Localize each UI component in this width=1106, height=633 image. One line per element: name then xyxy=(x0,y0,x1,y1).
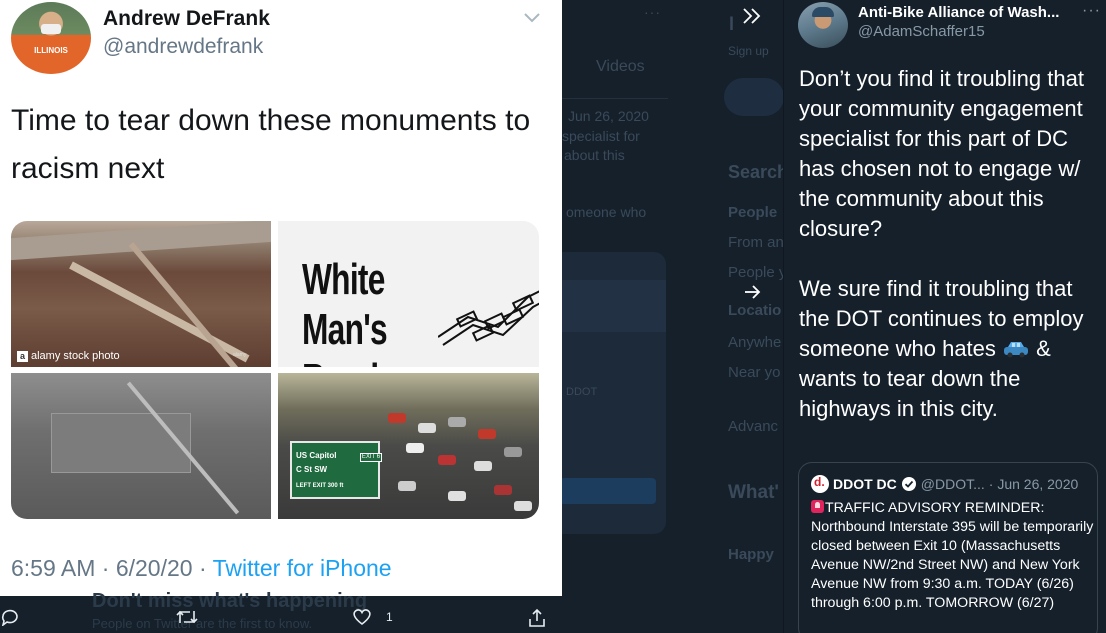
bg-divider xyxy=(548,98,668,99)
share-button[interactable] xyxy=(528,608,546,628)
bg-location: Locatio xyxy=(728,302,782,319)
highway-sign: US Capitol C St SW LEFT EXIT 300 ft xyxy=(290,441,380,499)
avatar[interactable]: ILLINOIS xyxy=(11,2,91,74)
heart-icon xyxy=(353,609,371,626)
car xyxy=(494,485,512,495)
timestamp-text[interactable]: 6:59 AM · 6/20/20 · xyxy=(11,555,213,581)
tweet-source-link[interactable]: Twitter for iPhone xyxy=(213,555,392,581)
tweet-action-bar: Don't miss what's happening People on Tw… xyxy=(0,590,562,633)
bg-someone: omeone who xyxy=(566,204,647,220)
bg-from: From an xyxy=(728,234,784,251)
watermark-small: alamy xyxy=(233,352,247,358)
quoted-body-text: TRAFFIC ADVISORY REMINDER: Northbound In… xyxy=(811,500,1094,611)
alamy-logo-icon: a xyxy=(17,350,28,362)
car xyxy=(398,481,416,491)
avatar-shirt-text: ILLINOIS xyxy=(34,46,68,55)
bg-card-band xyxy=(548,280,666,332)
retweet-button[interactable] xyxy=(176,608,198,626)
bg-pill xyxy=(724,78,784,116)
poster-cars-illustration xyxy=(438,290,539,346)
photo-aerial-neighborhood[interactable] xyxy=(11,373,271,519)
bg-card-button xyxy=(560,478,656,504)
reply-button[interactable] xyxy=(0,608,20,626)
verified-badge-icon xyxy=(901,477,916,491)
share-icon xyxy=(529,608,545,627)
bg-signup: Sign up xyxy=(728,44,769,58)
sign-line: US Capitol xyxy=(296,451,337,460)
right-tweet-panel: Anti-Bike Alliance of Wash... @AdamSchaf… xyxy=(783,0,1106,633)
bg-advanced: Advanc xyxy=(728,418,779,435)
bg-people-you: People y xyxy=(728,264,787,281)
car xyxy=(388,413,406,423)
bg-people: People xyxy=(728,204,778,221)
quoted-author-name[interactable]: DDOT DC xyxy=(833,476,897,492)
quoted-tweet-text: TRAFFIC ADVISORY REMINDER: Northbound In… xyxy=(811,499,1095,613)
ddot-avatar-icon[interactable] xyxy=(811,475,829,493)
car xyxy=(504,447,522,457)
car xyxy=(448,417,466,427)
bg-more-dots: ··· xyxy=(644,4,661,20)
photo-poster[interactable]: White Man's Road... xyxy=(278,221,539,367)
avatar-mask xyxy=(41,24,61,34)
retweet-icon xyxy=(176,610,198,624)
quoted-author-handle[interactable]: @DDOT... xyxy=(921,476,985,492)
bg-date: Jun 26, 2020 xyxy=(568,108,649,124)
bg-near: Near yo xyxy=(728,364,781,381)
sign-line: C St SW xyxy=(296,465,328,474)
car-icon xyxy=(1004,342,1029,358)
bg-header-fragment: l xyxy=(729,14,735,34)
media-grid[interactable]: a alamy stock photo alamy White Man's Ro… xyxy=(11,221,539,519)
quoted-tweet[interactable]: DDOT DC @DDOT... · Jun 26, 2020 TRAFFIC … xyxy=(798,462,1098,633)
bg-videos-tab: Videos xyxy=(596,58,645,75)
bg-whats: What' xyxy=(728,482,779,503)
like-button[interactable]: 1 xyxy=(352,608,393,626)
bg-about: about this xyxy=(564,147,625,163)
car xyxy=(438,455,456,465)
like-count: 1 xyxy=(386,610,393,624)
car xyxy=(418,423,436,433)
sign-line: LEFT EXIT 300 ft xyxy=(296,483,344,489)
car xyxy=(514,501,532,511)
car xyxy=(478,429,496,439)
watermark-text: alamy stock photo xyxy=(31,350,120,362)
author-handle[interactable]: @andrewdefrank xyxy=(103,35,263,59)
avatar[interactable] xyxy=(798,2,848,48)
author-handle[interactable]: @AdamSchaffer15 xyxy=(858,23,985,40)
tweet-timestamp[interactable]: 6:59 AM · 6/20/20 · Twitter for iPhone xyxy=(11,555,392,582)
bg-dont-miss: Don't miss what's happening xyxy=(92,590,368,612)
photo-aerial-city[interactable]: a alamy stock photo alamy xyxy=(11,221,271,367)
bg-ddot: DDOT xyxy=(566,386,598,398)
tweet-text: Don’t you find it troubling that your co… xyxy=(799,64,1103,424)
bg-specialist: specialist for xyxy=(562,128,640,144)
tweet-text-part: Don’t you find it troubling that your co… xyxy=(799,66,1084,361)
bg-search: Search xyxy=(728,162,789,182)
more-options-icon[interactable]: ··· xyxy=(1082,2,1101,20)
bg-anywhere: Anywhe xyxy=(728,334,782,351)
photo-field xyxy=(51,413,191,473)
double-chevron-right-icon[interactable] xyxy=(741,6,763,26)
exit-sign: EXIT 6 xyxy=(360,453,382,462)
tweet-text: Time to tear down these monuments to rac… xyxy=(11,104,531,185)
quoted-date[interactable]: · Jun 26, 2020 xyxy=(989,476,1079,492)
photo-highway-traffic[interactable]: US Capitol C St SW LEFT EXIT 300 ft EXIT… xyxy=(278,373,539,519)
car xyxy=(448,491,466,501)
chevron-down-icon[interactable] xyxy=(522,10,542,26)
car xyxy=(406,443,424,453)
reply-icon xyxy=(1,609,18,626)
author-name[interactable]: Andrew DeFrank xyxy=(103,7,270,31)
quoted-tweet-header: DDOT DC @DDOT... · Jun 26, 2020 xyxy=(811,475,1078,493)
photo-watermark: a alamy stock photo xyxy=(17,350,120,362)
left-tweet-card: ILLINOIS Andrew DeFrank @andrewdefrank T… xyxy=(0,0,562,596)
author-name[interactable]: Anti-Bike Alliance of Wash... xyxy=(858,4,1064,21)
car xyxy=(474,461,492,471)
bg-people-first: People on Twitter are the first to know. xyxy=(92,616,313,631)
avatar-helmet xyxy=(812,7,834,17)
arrow-right-icon[interactable] xyxy=(742,282,762,302)
siren-icon xyxy=(811,500,824,513)
bg-happy: Happy xyxy=(728,546,774,563)
